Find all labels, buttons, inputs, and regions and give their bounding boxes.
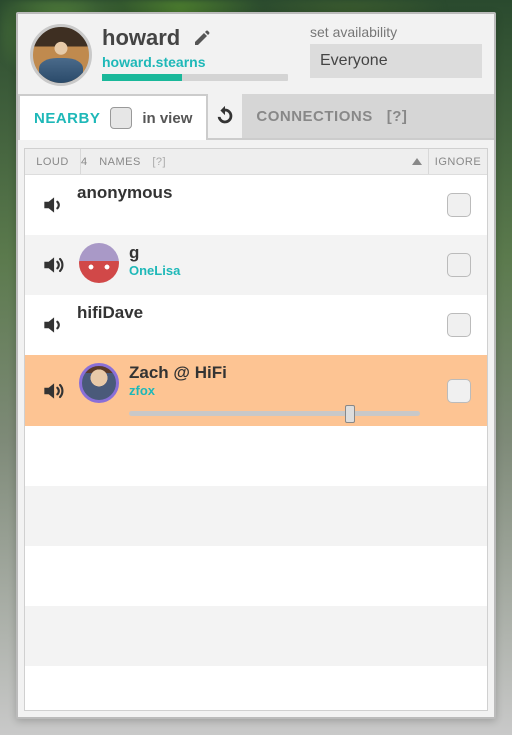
- speaker-icon: [40, 252, 66, 278]
- edit-name-button[interactable]: [188, 24, 216, 52]
- col-loud[interactable]: LOUD: [25, 149, 81, 174]
- volume-button[interactable]: [33, 378, 73, 404]
- person-display-name: g: [129, 243, 439, 263]
- people-panel: howard howard.stearns set availability E…: [16, 12, 496, 719]
- empty-row: [25, 546, 487, 606]
- people-rows: anonymous g OneLisa hifiDave Z: [25, 175, 487, 710]
- names-help[interactable]: [?]: [152, 156, 166, 168]
- volume-button[interactable]: [33, 312, 73, 338]
- sort-ascending-icon: [412, 158, 422, 165]
- tab-nearby[interactable]: NEARBY in view: [18, 94, 208, 140]
- header: howard howard.stearns set availability E…: [18, 14, 494, 94]
- person-display-name: hifiDave: [77, 303, 439, 323]
- connections-help[interactable]: [?]: [387, 108, 408, 125]
- volume-slider[interactable]: [129, 408, 420, 418]
- col-ignore[interactable]: IGNORE: [429, 149, 487, 174]
- names-count: 4: [81, 156, 88, 168]
- speaker-icon: [40, 378, 66, 404]
- speaker-icon: [40, 312, 66, 338]
- refresh-icon: [214, 105, 236, 127]
- ignore-checkbox[interactable]: [447, 313, 471, 337]
- my-avatar[interactable]: [30, 24, 92, 86]
- people-list: LOUD 4 NAMES [?] IGNORE anonymous g One: [24, 148, 488, 711]
- person-username: zfox: [129, 383, 439, 398]
- availability-label: set availability: [310, 24, 482, 40]
- person-row[interactable]: anonymous: [25, 175, 487, 235]
- ignore-checkbox[interactable]: [447, 379, 471, 403]
- volume-button[interactable]: [33, 192, 73, 218]
- my-username: howard.stearns: [102, 54, 300, 70]
- col-names[interactable]: 4 NAMES [?]: [81, 149, 429, 174]
- person-display-name: Zach @ HiFi: [129, 363, 439, 383]
- refresh-button[interactable]: [208, 94, 242, 138]
- speaker-icon: [40, 192, 66, 218]
- volume-button[interactable]: [33, 252, 73, 278]
- availability-select[interactable]: Everyone: [310, 44, 482, 78]
- empty-row: [25, 606, 487, 666]
- ignore-checkbox[interactable]: [447, 193, 471, 217]
- ignore-checkbox[interactable]: [447, 253, 471, 277]
- person-display-name: anonymous: [77, 183, 439, 203]
- person-row[interactable]: hifiDave: [25, 295, 487, 355]
- tab-connections[interactable]: CONNECTIONS [?]: [242, 94, 494, 138]
- person-row[interactable]: g OneLisa: [25, 235, 487, 295]
- talk-level-bar: [102, 74, 288, 81]
- person-username: OneLisa: [129, 263, 439, 278]
- tab-connections-label: CONNECTIONS: [256, 108, 372, 125]
- empty-row: [25, 426, 487, 486]
- list-header: LOUD 4 NAMES [?] IGNORE: [25, 149, 487, 175]
- in-view-checkbox[interactable]: [110, 107, 132, 129]
- person-avatar[interactable]: [79, 363, 119, 403]
- pencil-icon: [192, 28, 212, 48]
- tab-bar: NEARBY in view CONNECTIONS [?]: [18, 94, 494, 140]
- tab-nearby-label: NEARBY: [34, 110, 100, 127]
- in-view-label: in view: [142, 110, 192, 127]
- person-avatar[interactable]: [79, 243, 119, 283]
- names-label: NAMES: [99, 156, 141, 168]
- person-row[interactable]: Zach @ HiFi zfox: [25, 355, 487, 426]
- my-display-name: howard: [102, 25, 180, 51]
- empty-row: [25, 486, 487, 546]
- talk-level-fill: [102, 74, 182, 81]
